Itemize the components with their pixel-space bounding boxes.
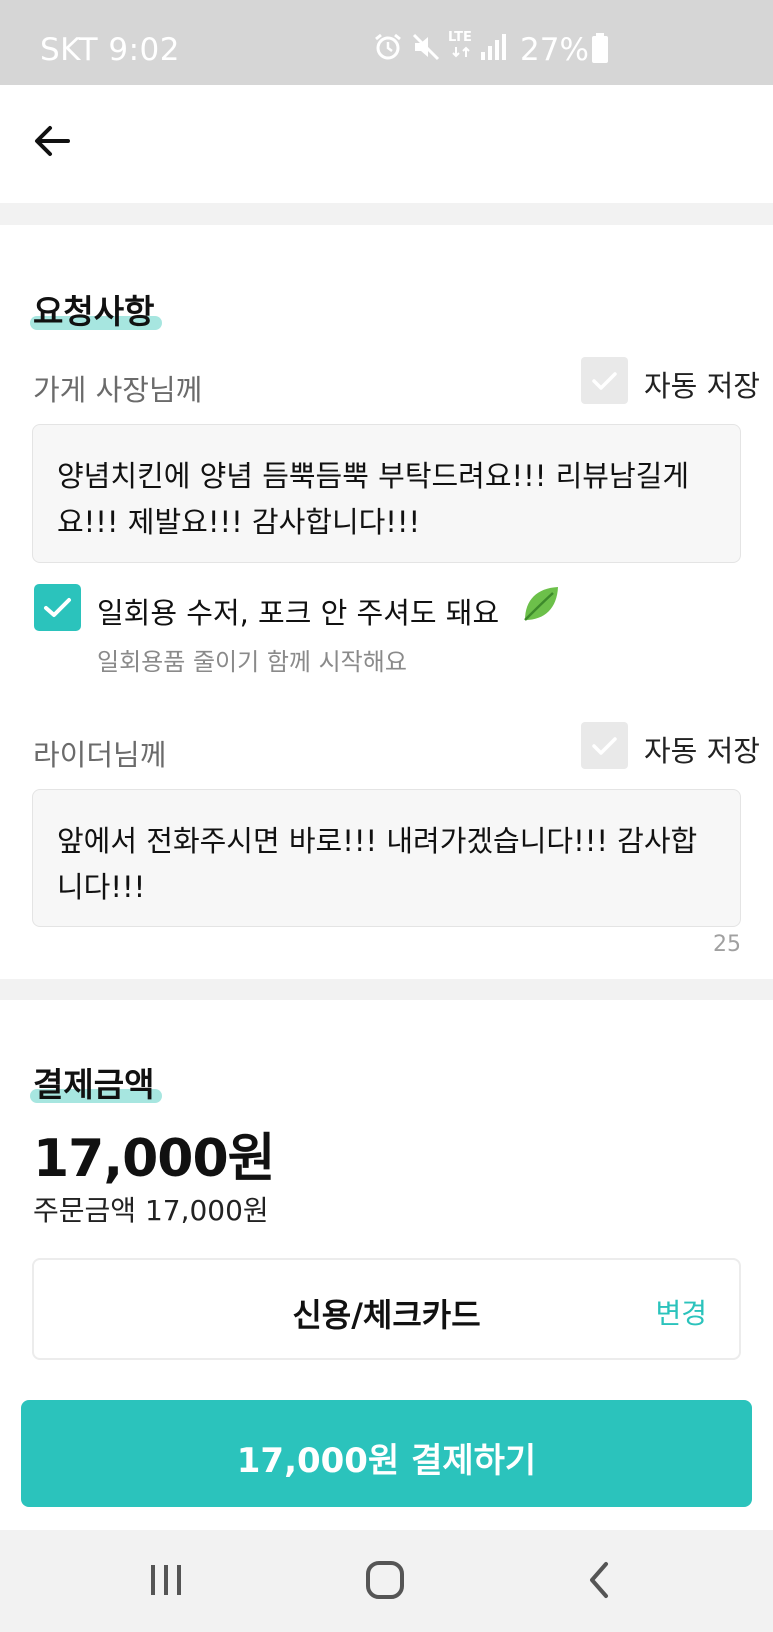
mute-icon	[412, 33, 440, 61]
check-icon	[592, 372, 617, 390]
rider-request-label: 라이더님께	[33, 738, 167, 772]
alarm-icon	[375, 33, 401, 60]
auto-save-checkbox[interactable]	[581, 357, 628, 404]
rider-auto-save-toggle[interactable]: 자동 저장	[581, 722, 760, 770]
change-payment-button[interactable]: 변경	[655, 1292, 707, 1332]
request-title: 요청사항	[33, 292, 155, 331]
store-request-label: 가게 사장님께	[33, 373, 203, 407]
char-count: 25	[713, 932, 741, 957]
store-request-field[interactable]: 양념치킨에 양념 듬뿍듬뿍 부탁드려요!!! 리뷰남길게요!!! 제발요!!! …	[32, 424, 741, 563]
carrier-time: SKT 9:02	[40, 32, 181, 68]
pay-button-label: 17,000원 결제하기	[236, 1441, 537, 1481]
no-utensils-option[interactable]: 일회용 수저, 포크 안 주셔도 돼요 일회용품 줄이기 함께 시작해요	[34, 584, 734, 676]
payment-method-label: 신용/체크카드	[292, 1296, 481, 1334]
status-bar: SKT 9:02 LTE 27%	[0, 0, 773, 85]
home-icon[interactable]	[363, 1558, 407, 1602]
system-nav-bar	[0, 1530, 773, 1632]
auto-save-label: 자동 저장	[644, 369, 760, 403]
check-icon	[44, 598, 71, 617]
rider-request-text: 앞에서 전화주시면 바로!!! 내려가겠습니다!!! 감사합니다!!!	[57, 824, 698, 904]
payment-method-card[interactable]: 신용/체크카드 변경	[32, 1258, 741, 1360]
leaf-icon	[524, 587, 558, 621]
section-divider	[0, 203, 773, 225]
status-icons: LTE 27%	[373, 28, 773, 68]
battery-icon	[592, 33, 608, 63]
battery-percent: 27%	[520, 32, 589, 68]
pay-button[interactable]: 17,000원 결제하기	[21, 1400, 752, 1507]
total-amount: 17,000원	[33, 1129, 276, 1189]
check-icon	[592, 737, 617, 755]
lte-icon: LTE	[448, 30, 474, 60]
recent-apps-icon[interactable]	[146, 1558, 186, 1602]
store-request-text: 양념치킨에 양념 듬뿍듬뿍 부탁드려요!!! 리뷰남길게요!!! 제발요!!! …	[57, 459, 690, 539]
section-divider	[0, 979, 773, 1000]
auto-save-checkbox[interactable]	[581, 722, 628, 769]
app-header	[0, 85, 773, 203]
auto-save-label: 자동 저장	[644, 734, 760, 768]
back-icon[interactable]	[584, 1558, 616, 1602]
order-amount: 주문금액 17,000원	[33, 1194, 269, 1227]
no-utensils-label: 일회용 수저, 포크 안 주셔도 돼요	[97, 596, 500, 630]
no-utensils-checkbox[interactable]	[34, 584, 81, 631]
signal-icon	[481, 34, 506, 60]
back-arrow-icon[interactable]	[28, 117, 76, 165]
no-utensils-sub-label: 일회용품 줄이기 함께 시작해요	[97, 648, 407, 676]
rider-request-field[interactable]: 앞에서 전화주시면 바로!!! 내려가겠습니다!!! 감사합니다!!!	[32, 789, 741, 927]
store-auto-save-toggle[interactable]: 자동 저장	[581, 357, 760, 405]
payment-title: 결제금액	[33, 1065, 155, 1104]
